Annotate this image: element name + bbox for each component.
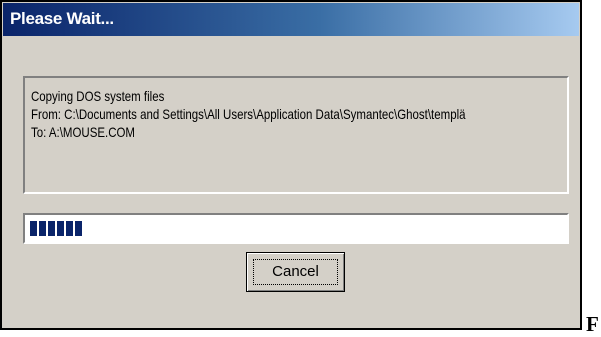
status-message-box: Copying DOS system files From: C:\Docume… xyxy=(23,76,569,194)
progress-block xyxy=(66,221,73,236)
please-wait-dialog: Please Wait... Copying DOS system files … xyxy=(0,0,582,330)
progress-block xyxy=(30,221,37,236)
progress-block xyxy=(75,221,82,236)
progress-block xyxy=(39,221,46,236)
progress-block xyxy=(48,221,55,236)
progress-bar xyxy=(23,213,569,244)
status-line-source: From: C:\Documents and Settings\All User… xyxy=(31,106,466,122)
title-bar[interactable]: Please Wait... xyxy=(3,3,579,36)
cancel-button[interactable]: Cancel xyxy=(246,252,345,292)
progress-fill xyxy=(30,221,86,236)
stray-caption-letter: F xyxy=(586,312,599,336)
window-title: Please Wait... xyxy=(10,9,114,28)
cancel-button-label: Cancel xyxy=(272,263,319,280)
progress-block xyxy=(57,221,64,236)
status-line-action: Copying DOS system files xyxy=(31,88,165,104)
status-line-destination: To: A:\MOUSE.COM xyxy=(31,124,135,140)
